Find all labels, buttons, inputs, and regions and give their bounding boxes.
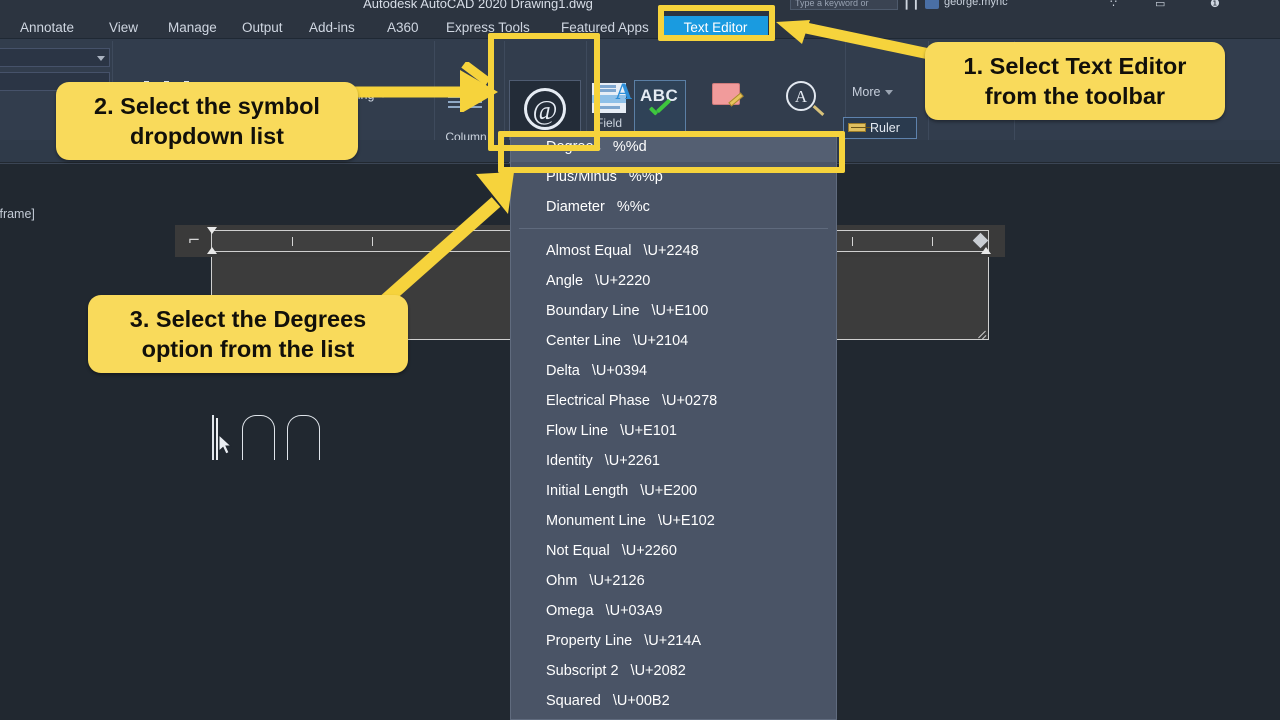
right-indent-marker[interactable] — [981, 247, 991, 254]
search-icon[interactable]: ∵ — [1110, 0, 1117, 10]
grip-handle — [144, 81, 149, 86]
ribbon-tab-strip: Annotate View Manage Output Add-ins A360… — [0, 16, 1280, 39]
tab-addins[interactable]: Add-ins — [303, 16, 361, 39]
menu-item-property-line[interactable]: Property Line \U+214A — [511, 626, 836, 656]
grip-handle — [164, 81, 169, 86]
resize-grip-icon[interactable] — [975, 326, 987, 340]
app-title: Autodesk AutoCAD 2020 Drawing1.dwg — [363, 0, 593, 11]
more-button[interactable]: More — [852, 85, 894, 99]
text-height-combo[interactable] — [0, 72, 110, 91]
menu-item-initial-length[interactable]: Initial Length \U+E200 — [511, 476, 836, 506]
magnifier-handle-icon — [812, 105, 825, 116]
bullets-label: Bullets and Numbering — [248, 88, 375, 102]
user-name[interactable]: george.mync — [944, 0, 1008, 8]
tab-express-tools[interactable]: Express Tools — [440, 16, 536, 39]
avatar — [925, 0, 939, 9]
menu-item-delta[interactable]: Delta \U+0394 — [511, 356, 836, 386]
menu-item-plus-minus[interactable]: Plus/Minus %%p — [511, 162, 836, 192]
menu-item-squared[interactable]: Squared \U+00B2 — [511, 686, 836, 716]
menu-item-boundary-line[interactable]: Boundary Line \U+E100 — [511, 296, 836, 326]
minimize-icon[interactable]: ❶ — [1210, 0, 1220, 10]
ribbon-minimize-icon[interactable]: ▭ ▾ — [790, 16, 821, 39]
save-icon[interactable]: ❙❙ — [902, 0, 920, 10]
ruler-toggle-button[interactable]: Ruler — [843, 117, 917, 139]
tab-view[interactable]: View — [103, 16, 144, 39]
menu-item-diameter[interactable]: Diameter %%c — [511, 192, 836, 222]
field-label: Field — [595, 116, 622, 130]
menu-item-electrical-phase[interactable]: Electrical Phase \U+0278 — [511, 386, 836, 416]
first-indent-marker[interactable] — [207, 227, 217, 234]
menu-item-not-equal[interactable]: Not Equal \U+2260 — [511, 536, 836, 566]
menu-item-angle[interactable]: Angle \U+2220 — [511, 266, 836, 296]
left-indent-marker[interactable] — [207, 247, 217, 254]
search-input[interactable]: Type a keyword or phrase — [790, 0, 898, 10]
mouse-cursor-icon — [218, 433, 235, 462]
menu-item-center-line[interactable]: Center Line \U+2104 — [511, 326, 836, 356]
menu-separator — [519, 228, 828, 229]
tab-a360[interactable]: A360 — [381, 16, 425, 39]
tab-manage[interactable]: Manage — [162, 16, 223, 39]
tab-text-editor[interactable]: Text Editor — [663, 16, 768, 39]
field-icon[interactable]: A — [592, 79, 632, 113]
more-label: More — [852, 85, 881, 99]
autocad-window: Autodesk AutoCAD 2020 Drawing1.dwg Type … — [0, 0, 1280, 720]
ruler-label: Ruler — [870, 121, 900, 135]
tab-annotate[interactable]: Annotate — [14, 16, 80, 39]
menu-item-omega[interactable]: Omega \U+03A9 — [511, 596, 836, 626]
text-style-grips — [146, 83, 186, 117]
grip-handle — [184, 81, 189, 86]
viewport-label[interactable]: [frame] — [0, 207, 35, 221]
menu-item-identity[interactable]: Identity \U+2261 — [511, 446, 836, 476]
bullets-and-numbering-button[interactable]: Bullets and Numbering — [248, 88, 388, 102]
menu-item-degrees[interactable]: Degrees %%d — [511, 132, 836, 162]
ruler-icon — [848, 123, 866, 132]
field-button[interactable]: Field — [585, 117, 633, 130]
columns-icon[interactable] — [448, 91, 482, 113]
symbol-at-icon: @ — [524, 88, 566, 130]
menu-item-ohm[interactable]: Ohm \U+2126 — [511, 566, 836, 596]
symbol-dropdown-menu[interactable]: Degrees %%d Plus/Minus %%p Diameter %%c Alm… — [510, 132, 837, 720]
tab-stop-icon[interactable]: ⌐ — [183, 232, 205, 250]
tab-output[interactable]: Output — [236, 16, 289, 39]
bullets-icon[interactable] — [224, 89, 240, 103]
text-caret — [216, 418, 218, 460]
check-icon — [647, 103, 673, 119]
text-style-combo[interactable] — [0, 48, 110, 67]
title-bar: Autodesk AutoCAD 2020 Drawing1.dwg Type … — [0, 0, 1280, 16]
tab-featured-apps[interactable]: Featured Apps — [555, 16, 655, 39]
menu-item-monument-line[interactable]: Monument Line \U+E102 — [511, 506, 836, 536]
menu-item-almost-equal[interactable]: Almost Equal \U+2248 — [511, 236, 836, 266]
help-icon[interactable]: ▭ — [1155, 0, 1165, 10]
menu-item-flow-line[interactable]: Flow Line \U+E101 — [511, 416, 836, 446]
menu-item-subscript-2[interactable]: Subscript 2 \U+2082 — [511, 656, 836, 686]
